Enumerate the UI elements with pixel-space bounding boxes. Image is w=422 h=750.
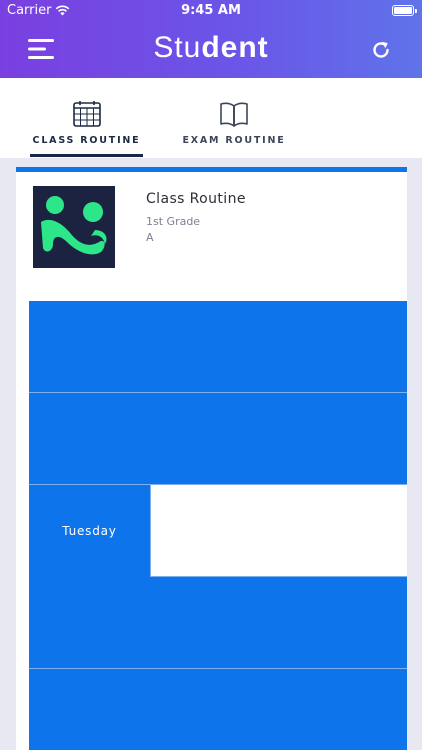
student-logo-icon [33, 186, 115, 268]
calendar-grid-icon [72, 101, 101, 127]
grade-label: 1st Grade [146, 215, 201, 228]
day-cell: Tuesday [29, 485, 151, 577]
open-book-icon [220, 102, 248, 127]
class-routine-card: Class Routine 1st Grade A Tuesday [16, 167, 407, 750]
status-time: 9:45 AM [181, 3, 241, 18]
app-title: Student [0, 31, 422, 65]
routine-row[interactable] [29, 577, 407, 669]
refresh-icon[interactable] [370, 39, 392, 61]
card-title: Class Routine [146, 191, 246, 207]
app-title-bold: dent [201, 31, 269, 64]
app-bar: Student [0, 22, 422, 78]
routine-table: Tuesday [29, 301, 407, 750]
routine-row[interactable] [29, 669, 407, 750]
tab-exam-routine-label: EXAM ROUTINE [182, 135, 286, 146]
routine-row[interactable] [29, 393, 407, 485]
section-label: A [146, 231, 154, 244]
tab-class-routine[interactable]: CLASS ROUTINE [30, 78, 143, 158]
app-title-light: Stu [153, 31, 202, 64]
battery-icon [392, 5, 417, 16]
tab-exam-routine[interactable]: EXAM ROUTINE [180, 78, 288, 158]
app-header: Carrier 9:45 AM Student [0, 0, 422, 78]
status-bar: Carrier 9:45 AM [0, 0, 422, 22]
tab-bar: CLASS ROUTINE EXAM ROUTINE [0, 78, 422, 158]
routine-row[interactable]: Tuesday [29, 485, 407, 577]
active-tab-indicator [30, 154, 143, 157]
tab-class-routine-label: CLASS ROUTINE [32, 135, 141, 146]
routine-row[interactable] [29, 301, 407, 393]
